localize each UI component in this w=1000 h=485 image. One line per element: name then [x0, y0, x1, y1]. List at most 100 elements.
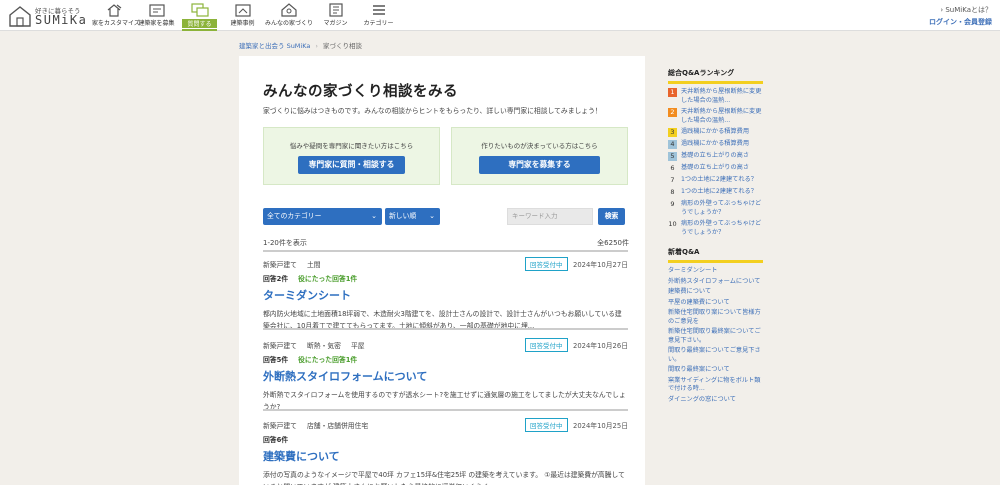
- answer-count-text: 回答5件: [263, 356, 289, 364]
- breadcrumb-separator: ›: [315, 42, 318, 50]
- new-qa-item[interactable]: 建築費について: [668, 288, 763, 297]
- category-tag[interactable]: 新築戸建て: [263, 342, 297, 350]
- ranking-item[interactable]: 6 基礎の立ち上がりの高さ: [668, 164, 763, 173]
- recruit-expert-box: 作りたいものが決まっている方はこちら 専門家を募集する: [451, 127, 628, 185]
- category-select-value: 全てのカテゴリー: [267, 212, 322, 220]
- question-item[interactable]: 新築戸建て 土間 回答受付中 2024年10月27日 回答2件 役にたった回答1件 …: [263, 257, 628, 332]
- site-header: 好きに暮らそう SUMiKa 家をカスタマイズ 建築家を募集 質問する 建築事例…: [0, 0, 1000, 31]
- recruit-expert-button[interactable]: 専門家を募集する: [479, 156, 600, 174]
- nav-item-category[interactable]: カテゴリー: [357, 0, 400, 31]
- new-qa-item[interactable]: 新築住宅間取り最終案についてご意見下さい。: [668, 328, 763, 345]
- new-qa-item[interactable]: 間取り最終案について: [668, 366, 763, 375]
- filter-bar: 全てのカテゴリー ⌄ 新しい順 ⌄ キーワード入力 検索: [263, 208, 628, 228]
- new-qa-item[interactable]: ダイニングの窓について: [668, 396, 763, 405]
- ranking-item-title[interactable]: 病形の外壁ってぶっちゃけどうでしょうか？: [681, 220, 763, 237]
- nav-item-magazine[interactable]: マガジン: [314, 0, 357, 31]
- new-qa-title-underline: [668, 260, 763, 263]
- ranking-item[interactable]: 10 病形の外壁ってぶっちゃけどうでしょうか？: [668, 220, 763, 237]
- new-qa-item[interactable]: 間取り最終案についてご意見下さい。: [668, 347, 763, 364]
- answer-count: 回答5件 役にたった回答1件: [263, 354, 628, 364]
- question-icon: [190, 3, 209, 17]
- ranking-item-title[interactable]: 過践機にかかる積算費用: [681, 128, 749, 137]
- ranking-item[interactable]: 3 過践機にかかる積算費用: [668, 128, 763, 137]
- new-qa-item[interactable]: 平屋の建築費について: [668, 299, 763, 308]
- ranking-item-title[interactable]: 天井断熱から屋根断熱に変更した場合の温熱...: [681, 88, 763, 105]
- nav-label: みんなの家づくり: [264, 20, 313, 27]
- rank-number: 8: [670, 188, 675, 196]
- search-button[interactable]: 検索: [598, 208, 625, 225]
- new-qa-item[interactable]: 外断熱スタイロフォームについて: [668, 278, 763, 287]
- main-content: みんなの家づくり相談をみる 家づくりに悩みはつきものです。みんなの相談からヒント…: [239, 56, 645, 485]
- ranking-item[interactable]: 9 病形の外壁ってぶっちゃけどうでしょうか？: [668, 200, 763, 217]
- answer-count-text: 回答6件: [263, 436, 289, 444]
- ranking-item[interactable]: 5 基礎の立ち上がりの高さ: [668, 152, 763, 161]
- result-range: 1-20件を表示: [263, 239, 307, 247]
- category-tag[interactable]: 店舗・店舗併用住宅: [307, 422, 368, 430]
- new-qa-list: ターミダンシート 外断熱スタイロフォームについて 建築費について 平屋の建築費に…: [668, 267, 763, 404]
- question-title[interactable]: 建築費について: [263, 448, 628, 464]
- new-qa-item[interactable]: 窯業サイディングに物をボルト類で付ける時...: [668, 377, 763, 394]
- ranking-item-title[interactable]: 病形の外壁ってぶっちゃけどうでしょうか？: [681, 200, 763, 217]
- category-tag[interactable]: 土間: [307, 261, 321, 269]
- login-link[interactable]: ログイン・会員登録: [929, 17, 992, 27]
- nav-label: 建築事例: [230, 20, 255, 27]
- question-title[interactable]: ターミダンシート: [263, 287, 628, 303]
- breadcrumb-home[interactable]: 建築家と出会う SuMiKa: [239, 42, 310, 50]
- nav-item-question[interactable]: 質問する: [178, 0, 221, 31]
- ranking-item-title[interactable]: 天井断熱から屋根断熱に変更した場合の温熱...: [681, 108, 763, 125]
- chevron-down-icon: ⌄: [429, 212, 435, 220]
- nav-item-recruit[interactable]: 建築家を募集: [135, 0, 178, 31]
- nav-item-people[interactable]: みんなの家づくり: [264, 0, 314, 31]
- category-icon: [372, 5, 385, 15]
- category-tag[interactable]: 新築戸建て: [263, 261, 297, 269]
- ranking-item-title[interactable]: 基礎の立ち上がりの高さ: [681, 164, 749, 173]
- breadcrumb: 建築家と出会う SuMiKa › 家づくり相談: [239, 40, 362, 50]
- new-qa-item[interactable]: ターミダンシート: [668, 267, 763, 276]
- question-item[interactable]: 新築戸建て 店舗・店舗併用住宅 回答受付中 2024年10月25日 回答6件 建築…: [263, 418, 628, 485]
- ranking-item[interactable]: 1 天井断熱から屋根断熱に変更した場合の温熱...: [668, 88, 763, 105]
- ranking-item-title[interactable]: 基礎の立ち上がりの高さ: [681, 152, 749, 161]
- ranking-item-title[interactable]: 1つの土地に2建建てれる？: [681, 188, 757, 197]
- logo[interactable]: 好きに暮らそう SUMiKa: [8, 4, 90, 28]
- house-case-icon: [234, 4, 251, 17]
- recruit-icon: [148, 4, 165, 17]
- ask-expert-text: 悩みや疑問を専門家に聞きたい方はこちら: [289, 142, 414, 150]
- divider: [263, 409, 628, 411]
- magazine-icon: [328, 3, 343, 17]
- nav-item-cases[interactable]: 建築事例: [221, 0, 264, 31]
- rank-number: 3: [668, 128, 677, 137]
- rank-number: 5: [668, 152, 677, 161]
- rank-number: 4: [668, 140, 677, 149]
- ranking-item[interactable]: 7 1つの土地に2建建てれる？: [668, 176, 763, 185]
- category-tag[interactable]: 平屋: [351, 342, 365, 350]
- rank-number: 6: [670, 164, 675, 172]
- rank-number: 7: [670, 176, 675, 184]
- ask-expert-button[interactable]: 専門家に質問・相談する: [298, 156, 405, 174]
- ranking-item[interactable]: 4 過践機にかかる積算費用: [668, 140, 763, 149]
- ranking-item-title[interactable]: 1つの土地に2建建てれる？: [681, 176, 757, 185]
- main-nav: 家をカスタマイズ 建築家を募集 質問する 建築事例 みんなの家づくり マガジン …: [92, 0, 400, 31]
- new-qa-item[interactable]: 新築住宅間取り案について皆様方のご意見を: [668, 309, 763, 326]
- status-badge: 回答受付中: [525, 257, 568, 271]
- sort-select[interactable]: 新しい順 ⌄: [385, 208, 440, 225]
- rank-number: 9: [670, 200, 675, 208]
- sort-select-value: 新しい順: [389, 212, 417, 220]
- keyword-input[interactable]: キーワード入力: [507, 208, 593, 225]
- question-item[interactable]: 新築戸建て 断熱・気密 平屋 回答受付中 2024年10月26日 回答5件 役にたった…: [263, 338, 628, 413]
- nav-item-customize[interactable]: 家をカスタマイズ: [92, 0, 140, 31]
- ranking-item[interactable]: 8 1つの土地に2建建てれる？: [668, 188, 763, 197]
- category-tag[interactable]: 断熱・気密: [307, 342, 341, 350]
- question-date: 2024年10月25日: [573, 422, 628, 430]
- category-select[interactable]: 全てのカテゴリー ⌄: [263, 208, 382, 225]
- about-link[interactable]: › SuMiKaとは？: [940, 5, 992, 15]
- category-tag[interactable]: 新築戸建て: [263, 422, 297, 430]
- ranking-item-title[interactable]: 過践機にかかる積算費用: [681, 140, 749, 149]
- question-date: 2024年10月27日: [573, 261, 628, 269]
- new-qa-title: 新着Q&A: [668, 248, 700, 256]
- ranking-item[interactable]: 2 天井断熱から屋根断熱に変更した場合の温熱...: [668, 108, 763, 125]
- result-total: 全6250件: [597, 239, 629, 247]
- breadcrumb-current: 家づくり相談: [322, 42, 362, 50]
- question-title[interactable]: 外断熱スタイロフォームについて: [263, 368, 628, 384]
- logo-brand: SUMiKa: [35, 13, 88, 27]
- nav-label: マガジン: [323, 20, 348, 27]
